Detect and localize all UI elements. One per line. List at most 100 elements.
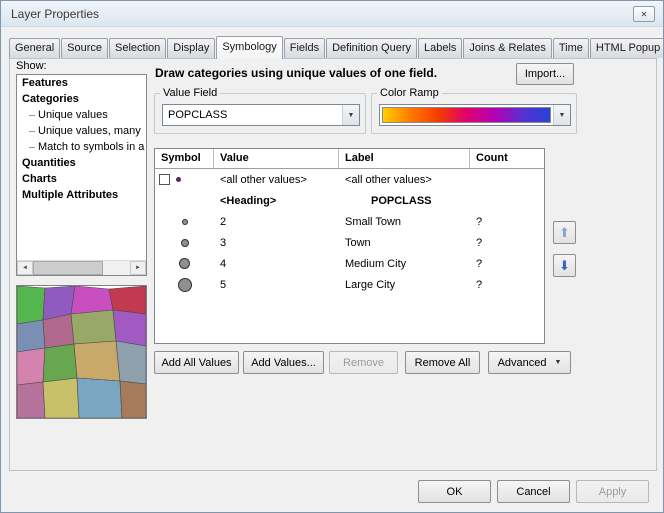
table-row[interactable]: <Heading>POPCLASS (155, 190, 544, 211)
symbol-cell[interactable] (155, 258, 214, 269)
tree-item-unique-values[interactable]: Unique values (17, 107, 146, 123)
table-row[interactable]: <all other values><all other values> (155, 169, 544, 190)
table-row[interactable]: 3Town? (155, 232, 544, 253)
label-cell: POPCLASS (339, 195, 470, 207)
column-header-symbol[interactable]: Symbol (155, 149, 214, 168)
arrow-up-icon: ⬆ (559, 225, 570, 241)
label-cell: <all other values> (339, 174, 470, 186)
scrollbar-thumb[interactable] (33, 261, 103, 275)
advanced-button[interactable]: Advanced▼ (488, 351, 571, 374)
tree-item-match-to-symbols-in-a[interactable]: Match to symbols in a (17, 139, 146, 155)
value-cell: <all other values> (214, 174, 339, 186)
table-body: <all other values><all other values><Hea… (155, 169, 544, 295)
column-header-value[interactable]: Value (214, 149, 339, 168)
tree-item-multiple-attributes[interactable]: Multiple Attributes (17, 187, 146, 203)
symbol-cell[interactable] (155, 174, 214, 185)
map-preview (16, 285, 147, 419)
tree-horizontal-scrollbar[interactable]: ◄ ► (17, 260, 146, 275)
scrollbar-track[interactable] (33, 261, 130, 275)
move-down-button[interactable]: ⬇ (553, 254, 576, 277)
chevron-down-icon[interactable]: ▼ (342, 105, 359, 125)
map-preview-image (17, 286, 146, 418)
close-icon: ✕ (641, 10, 648, 19)
show-label: Show: (16, 60, 47, 72)
tree-item-features[interactable]: Features (17, 75, 146, 91)
title-bar[interactable]: Layer Properties ✕ (1, 1, 663, 27)
symbol-cell[interactable] (155, 278, 214, 292)
value-field-group: Value Field POPCLASS ▼ (154, 87, 366, 134)
ok-button[interactable]: OK (418, 480, 491, 503)
remove-button[interactable]: Remove (329, 351, 398, 374)
move-up-button[interactable]: ⬆ (553, 221, 576, 244)
values-table: SymbolValueLabelCount <all other values>… (154, 148, 545, 344)
color-ramp-swatch (382, 107, 551, 123)
graduated-circle-icon (179, 258, 190, 269)
table-row[interactable]: 2Small Town? (155, 211, 544, 232)
action-button-row: Add All Values Add Values... Remove Remove … (154, 351, 571, 374)
import-button[interactable]: Import... (516, 63, 574, 85)
tab-symbology[interactable]: Symbology (216, 36, 282, 59)
add-values-button[interactable]: Add Values... (243, 351, 324, 374)
table-row[interactable]: 4Medium City? (155, 253, 544, 274)
layer-properties-dialog: Layer Properties ✕ GeneralSourceSelectio… (0, 0, 664, 513)
graduated-circle-icon (181, 239, 189, 247)
button-label: Advanced (498, 357, 547, 369)
tree-item-categories[interactable]: Categories (17, 91, 146, 107)
tree-item-quantities[interactable]: Quantities (17, 155, 146, 171)
value-cell: 3 (214, 237, 339, 249)
chevron-down-icon[interactable]: ▼ (553, 105, 570, 125)
tree-item-charts[interactable]: Charts (17, 171, 146, 187)
color-ramp-combobox[interactable]: ▼ (379, 104, 571, 126)
scroll-right-icon[interactable]: ► (130, 261, 146, 275)
symbol-cell[interactable] (155, 239, 214, 247)
button-label: Remove All (415, 357, 471, 369)
add-all-values-button[interactable]: Add All Values (154, 351, 239, 374)
apply-button[interactable]: Apply (576, 480, 649, 503)
value-cell: <Heading> (214, 195, 339, 207)
tab-html-popup[interactable]: HTML Popup (590, 38, 664, 58)
symbology-tree: FeaturesCategoriesUnique valuesUnique va… (16, 74, 147, 276)
column-header-count[interactable]: Count (470, 149, 544, 168)
tab-fields[interactable]: Fields (284, 38, 325, 58)
symbol-cell[interactable] (155, 219, 214, 225)
color-ramp-group: Color Ramp ▼ (371, 87, 577, 134)
count-cell: ? (470, 258, 544, 270)
button-label: Add Values... (251, 357, 316, 369)
tree-item-unique-values-many[interactable]: Unique values, many (17, 123, 146, 139)
value-cell: 2 (214, 216, 339, 228)
value-cell: 5 (214, 279, 339, 291)
value-cell: 4 (214, 258, 339, 270)
tab-joins-relates[interactable]: Joins & Relates (463, 38, 551, 58)
label-cell: Medium City (339, 258, 470, 270)
button-label: Add All Values (161, 357, 231, 369)
count-cell: ? (470, 216, 544, 228)
symbology-tab-page: Show: FeaturesCategoriesUnique valuesUni… (9, 58, 657, 471)
tab-definition-query[interactable]: Definition Query (326, 38, 417, 58)
color-ramp-label: Color Ramp (377, 87, 442, 99)
tab-source[interactable]: Source (61, 38, 108, 58)
table-header-row: SymbolValueLabelCount (155, 149, 544, 169)
value-field-value: POPCLASS (163, 105, 342, 125)
label-cell: Large City (339, 279, 470, 291)
tab-strip: GeneralSourceSelectionDisplaySymbologyFi… (9, 36, 655, 58)
arrow-down-icon: ⬇ (559, 258, 570, 274)
value-field-label: Value Field (160, 87, 220, 99)
value-field-combobox[interactable]: POPCLASS ▼ (162, 104, 360, 126)
cancel-button[interactable]: Cancel (497, 480, 570, 503)
tab-labels[interactable]: Labels (418, 38, 462, 58)
column-header-label[interactable]: Label (339, 149, 470, 168)
all-other-values-checkbox[interactable] (159, 174, 170, 185)
remove-all-button[interactable]: Remove All (405, 351, 480, 374)
tab-display[interactable]: Display (167, 38, 215, 58)
tree-item-list: FeaturesCategoriesUnique valuesUnique va… (17, 75, 146, 203)
scroll-left-icon[interactable]: ◄ (17, 261, 33, 275)
tab-selection[interactable]: Selection (109, 38, 166, 58)
label-cell: Small Town (339, 216, 470, 228)
close-button[interactable]: ✕ (633, 6, 655, 22)
tab-time[interactable]: Time (553, 38, 589, 58)
graduated-circle-icon (182, 219, 188, 225)
point-symbol-icon (176, 177, 181, 182)
table-row[interactable]: 5Large City? (155, 274, 544, 295)
tab-general[interactable]: General (9, 38, 60, 58)
panel-heading: Draw categories using unique values of o… (155, 66, 437, 80)
